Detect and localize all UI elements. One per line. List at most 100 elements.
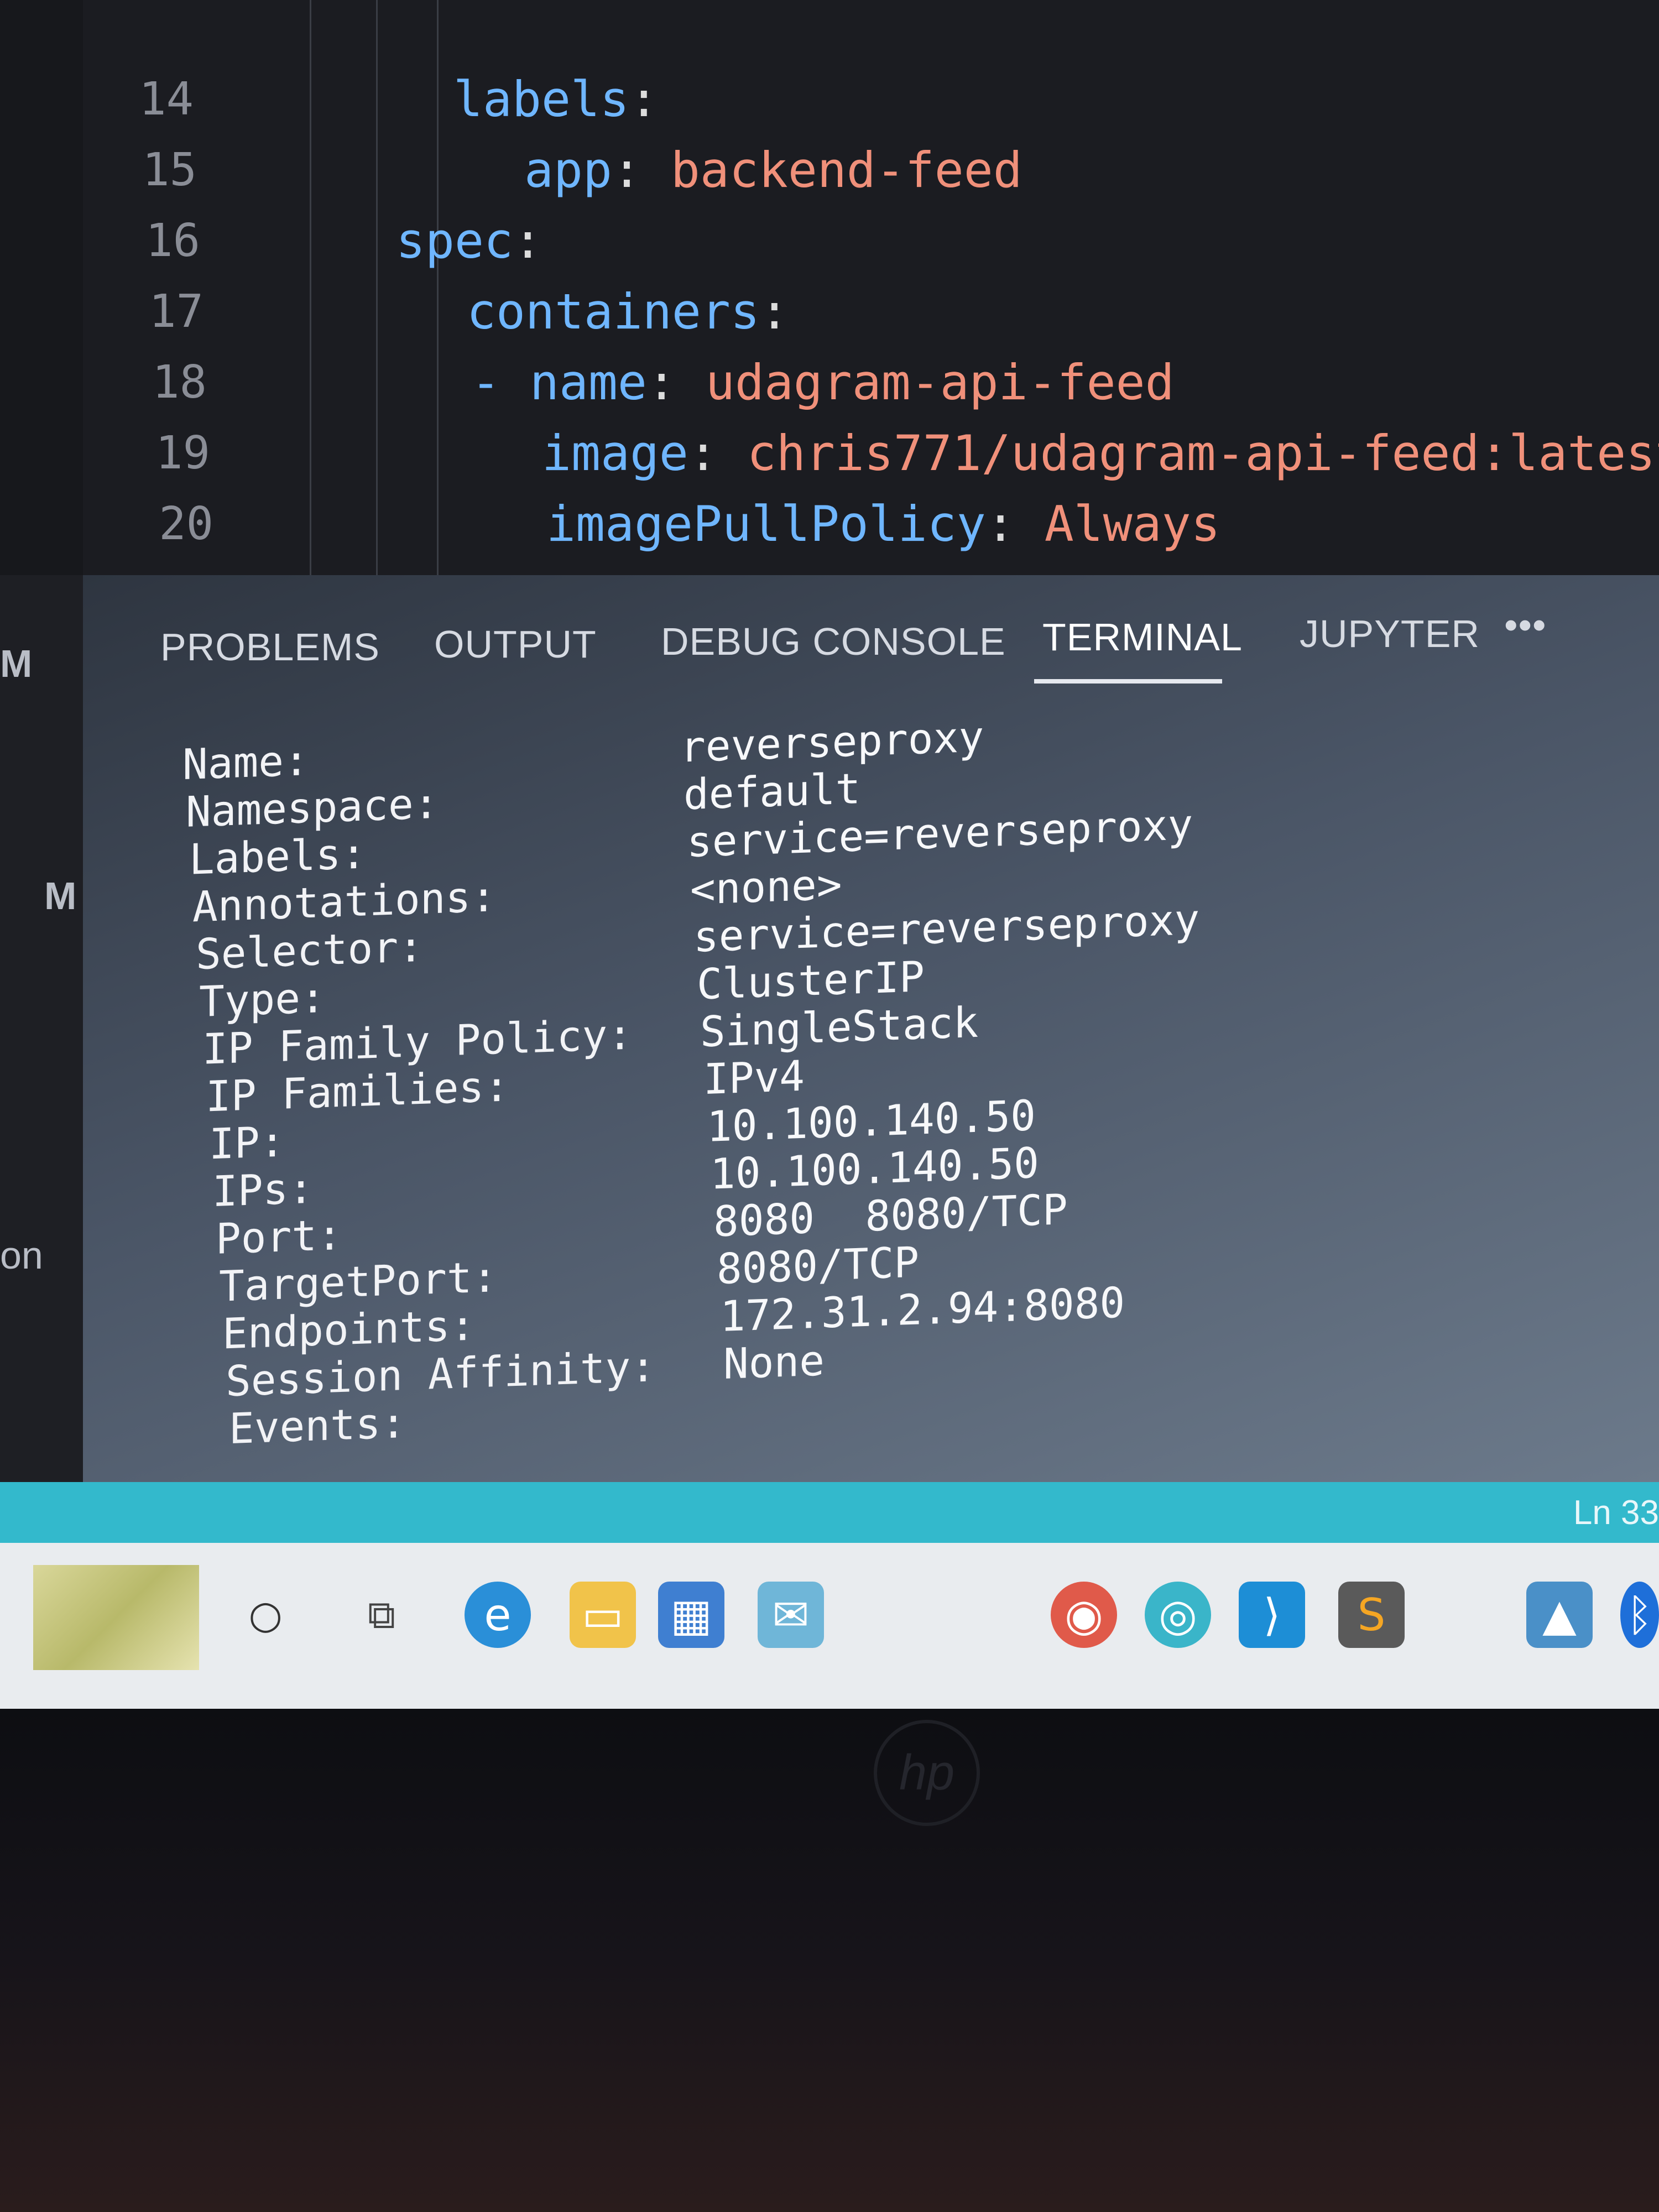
laptop-screen: 14 labels: 15 app: backend-feed 16 spec: 17 con… — [0, 0, 1659, 1714]
sublime-icon[interactable]: S — [1338, 1582, 1405, 1648]
chrome-icon[interactable]: ◉ — [1051, 1582, 1117, 1648]
code-line: 20 imagePullPolicy: Always — [0, 491, 1659, 557]
yaml-value: backend-feed — [670, 142, 1022, 199]
terminal-row: Annotations: <none> — [192, 859, 842, 931]
field-value: 8080/TCP — [717, 1237, 920, 1294]
task-view-icon[interactable]: ⧉ — [348, 1582, 415, 1648]
cursor-position[interactable]: Ln 33 — [1573, 1493, 1659, 1532]
git-modified-marker: M — [0, 642, 33, 685]
code-editor[interactable]: 14 labels: 15 app: backend-feed 16 spec: 17 con… — [0, 0, 1659, 575]
terminal-row: Port: 8080 8080/TCP — [216, 1185, 1068, 1264]
code-text: image: chris771/udagram-api-feed:latest — [542, 420, 1659, 487]
file-explorer-icon[interactable]: ▭ — [570, 1582, 636, 1648]
code-line: 18 - name: udagram-api-feed — [0, 349, 1659, 416]
yaml-key: labels — [453, 71, 629, 128]
tab-problems[interactable]: PROBLEMS — [160, 625, 380, 669]
terminal-output[interactable]: Name: reverseproxy Namespace: default Labels… — [182, 712, 1199, 1454]
tab-terminal[interactable]: TERMINAL — [1042, 615, 1243, 659]
line-number: 15 — [142, 144, 197, 196]
code-line: 15 app: backend-feed — [0, 137, 1659, 204]
terminal-row: TargetPort: 8080/TCP — [219, 1237, 919, 1311]
yaml-separator: : — [612, 142, 671, 199]
line-number: 17 — [149, 285, 204, 338]
field-value: <none> — [690, 859, 842, 914]
field-value: reverseproxy — [680, 712, 984, 772]
code-line: 19 image: chris771/udagram-api-feed:lates… — [0, 420, 1659, 487]
yaml-key: imagePullPolicy — [546, 495, 986, 552]
field-label: Selector: — [196, 921, 424, 979]
sidebar-partial-text: on — [0, 1234, 43, 1277]
code-text: - name: udagram-api-feed — [471, 349, 1175, 416]
terminal-row: Type: ClusterIP — [199, 952, 925, 1026]
code-line: 16 spec: — [0, 208, 1659, 274]
code-text: spec: — [396, 208, 542, 274]
line-number: 18 — [152, 356, 207, 409]
active-tab-indicator — [1034, 679, 1222, 684]
yaml-separator: : — [513, 212, 542, 269]
terminal-row: Endpoints: 172.31.2.94:8080 — [222, 1277, 1125, 1358]
yaml-value: udagram-api-feed — [705, 354, 1175, 411]
line-number: 14 — [139, 73, 194, 126]
laptop-bezel — [0, 1709, 1659, 2212]
line-number: 20 — [159, 498, 213, 550]
terminal-row: IP Families: IPv4 — [206, 1051, 805, 1121]
windows-taskbar: ○ ⧉ e ▭ ▦ ✉ ◉ ◎ ⟩ S ▲ ᛒ — [0, 1543, 1659, 1709]
code-text: labels: — [453, 66, 659, 133]
terminal-row: Session Affinity: None — [226, 1335, 825, 1406]
terminal-row: Selector: service=reverseproxy — [196, 895, 1199, 979]
line-number: 16 — [145, 215, 200, 267]
more-actions-icon[interactable]: ••• — [1504, 603, 1547, 647]
hp-logo-icon: hp — [874, 1720, 980, 1826]
terminal-row: IP: 10.100.140.50 — [209, 1091, 1036, 1168]
yaml-key: spec — [396, 212, 513, 269]
yaml-separator: : — [759, 283, 789, 340]
yaml-separator: : — [985, 495, 1045, 552]
field-label: Labels: — [189, 828, 367, 884]
field-label: Type: — [199, 972, 326, 1026]
bluetooth-icon[interactable]: ᛒ — [1620, 1582, 1659, 1648]
tab-debug-console[interactable]: DEBUG CONSOLE — [661, 619, 1006, 664]
field-label: Name: — [182, 735, 309, 789]
field-label: IP Families: — [206, 1061, 510, 1121]
field-value: IPv4 — [703, 1051, 805, 1104]
yaml-value: Always — [1044, 495, 1220, 552]
edge-icon[interactable]: e — [465, 1582, 531, 1648]
field-label: Port: — [216, 1209, 342, 1264]
field-value: 8080 8080/TCP — [713, 1185, 1068, 1246]
yaml-key: containers — [467, 283, 760, 340]
field-label: IP: — [209, 1117, 285, 1169]
yaml-separator: : — [688, 425, 747, 482]
tab-jupyter[interactable]: JUPYTER — [1300, 612, 1480, 656]
code-text: containers: — [467, 279, 789, 345]
yaml-key: app — [524, 142, 612, 199]
terminal-row: Name: reverseproxy — [182, 712, 984, 789]
yaml-key: image — [542, 425, 688, 482]
code-line: 14 labels: — [0, 66, 1659, 133]
bottom-panel: PROBLEMS OUTPUT DEBUG CONSOLE TERMINAL J… — [83, 575, 1659, 1482]
yaml-separator: : — [646, 354, 706, 411]
search-circle-icon[interactable]: ○ — [232, 1582, 299, 1648]
code-text: imagePullPolicy: Always — [546, 491, 1220, 557]
tab-output[interactable]: OUTPUT — [434, 622, 597, 666]
terminal-row: IPs: 10.100.140.50 — [212, 1138, 1039, 1216]
mail-icon[interactable]: ✉ — [758, 1582, 824, 1648]
code-text: app: backend-feed — [524, 137, 1022, 204]
status-bar: Ln 33 — [0, 1482, 1659, 1543]
terminal-row: Namespace: default — [186, 764, 860, 837]
field-value: SingleStack — [700, 997, 979, 1057]
panel-tab-bar: PROBLEMS OUTPUT DEBUG CONSOLE TERMINAL J… — [83, 575, 1659, 702]
field-label: Events: — [229, 1397, 406, 1454]
field-value: None — [723, 1335, 825, 1389]
browser-icon[interactable]: ◎ — [1145, 1582, 1211, 1648]
field-label: Annotations: — [192, 872, 497, 932]
field-value: default — [684, 764, 861, 820]
terminal-row: IP Family Policy: SingleStack — [202, 998, 978, 1074]
store-icon[interactable]: ▦ — [658, 1582, 724, 1648]
photos-icon[interactable]: ▲ — [1526, 1582, 1593, 1648]
yaml-key: - name — [471, 354, 647, 411]
code-line: 17 containers: — [0, 279, 1659, 345]
start-icon[interactable] — [33, 1565, 199, 1670]
terminal-row: Labels: service=reverseproxy — [189, 800, 1193, 884]
vscode-icon[interactable]: ⟩ — [1239, 1582, 1305, 1648]
yaml-value: chris771/udagram-api-feed:latest — [747, 425, 1659, 482]
